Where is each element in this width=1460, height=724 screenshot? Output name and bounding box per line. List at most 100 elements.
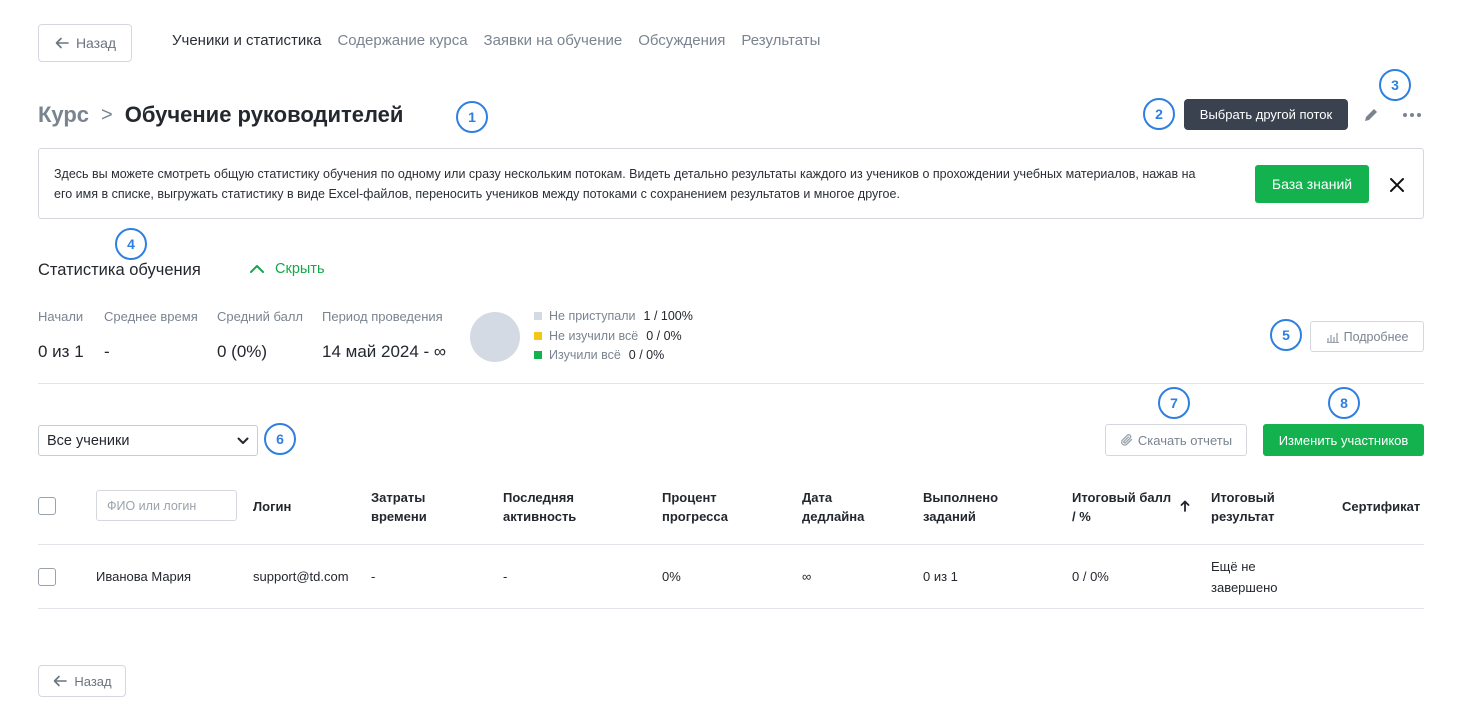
legend-not-completed: Не изучили всё 0 / 0% [534, 329, 682, 343]
stat-value-started: 0 из 1 [38, 342, 84, 361]
column-header-time-line2: времени [371, 509, 427, 524]
progress-pie-chart [470, 312, 520, 362]
row-checkbox[interactable] [38, 568, 56, 586]
breadcrumb-course-link[interactable]: Курс [38, 102, 89, 128]
stats-divider [38, 383, 1424, 384]
column-header-progress-line2: прогресса [662, 509, 728, 524]
column-header-activity-line2: активность [503, 509, 577, 524]
tab-discussions[interactable]: Обсуждения [638, 32, 725, 49]
annotation-marker-4: 4 [115, 228, 147, 260]
tab-results[interactable]: Результаты [741, 32, 820, 49]
table-row-divider [38, 608, 1424, 609]
stat-label-started: Начали [38, 309, 84, 324]
row-score: 0 / 0% [1072, 569, 1109, 584]
pencil-icon[interactable] [1360, 104, 1382, 126]
close-icon[interactable] [1385, 173, 1409, 197]
row-time: - [371, 569, 376, 584]
row-login: support@td.com [253, 569, 349, 584]
bar-chart-icon [1326, 332, 1339, 343]
column-header-certificate[interactable]: Сертификат [1342, 497, 1420, 516]
tab-students-stats[interactable]: Ученики и статистика [172, 32, 321, 49]
row-activity: - [503, 569, 508, 584]
column-header-deadline-line1: Дата [802, 490, 833, 505]
breadcrumb-separator: > [101, 103, 113, 126]
hide-stats-label: Скрыть [275, 261, 325, 277]
change-participants-button[interactable]: Изменить участников [1263, 424, 1424, 456]
column-header-activity[interactable]: Последняя активность [503, 488, 576, 526]
column-header-tasks-line1: Выполнено [923, 490, 999, 505]
bottom-back-button-label: Назад [74, 673, 112, 689]
stats-section-title: Статистика обучения [38, 261, 201, 279]
arrow-left-icon [54, 675, 68, 687]
stat-label-period: Период проведения [322, 309, 443, 324]
stat-value-period: 14 май 2024 - ∞ [322, 342, 447, 361]
column-header-deadline-line2: дедлайна [802, 509, 865, 524]
page-title: Обучение руководителей [124, 102, 404, 127]
stat-value-avg-time: - [104, 342, 110, 361]
column-header-result[interactable]: Итоговый результат [1211, 488, 1275, 526]
tab-applications[interactable]: Заявки на обучение [484, 32, 623, 49]
annotation-marker-5: 5 [1270, 319, 1302, 351]
column-header-time-line1: Затраты [371, 490, 426, 505]
stat-label-avg-time: Среднее время [104, 309, 198, 324]
column-header-tasks[interactable]: Выполнено заданий [923, 488, 998, 526]
row-tasks: 0 из 1 [923, 569, 958, 584]
top-nav: Ученики и статистика Содержание курса За… [172, 32, 820, 49]
legend-not-started: Не приступали 1 / 100% [534, 309, 693, 323]
back-button-label: Назад [75, 35, 117, 51]
legend-completed: Изучили всё 0 / 0% [534, 348, 664, 362]
students-filter-select[interactable]: Все ученики [38, 425, 258, 456]
legend-value-not-completed: 0 / 0% [646, 329, 682, 343]
column-header-tasks-line2: заданий [923, 509, 976, 524]
legend-swatch-completed [534, 351, 542, 359]
column-header-time[interactable]: Затраты времени [371, 488, 427, 526]
column-header-activity-line1: Последняя [503, 490, 574, 505]
more-horizontal-icon[interactable] [1400, 104, 1424, 126]
chevron-down-icon [237, 437, 249, 444]
column-header-progress-line1: Процент [662, 490, 717, 505]
row-result-line1: Ещё не [1211, 559, 1256, 574]
info-banner: Здесь вы можете смотреть общую статистик… [38, 148, 1424, 219]
column-header-login[interactable]: Логин [253, 497, 291, 516]
legend-swatch-not-completed [534, 332, 542, 340]
annotation-marker-2: 2 [1143, 98, 1175, 130]
sort-ascending-icon[interactable] [1179, 499, 1191, 513]
legend-value-not-started: 1 / 100% [643, 309, 693, 323]
back-button[interactable]: Назад [38, 24, 132, 62]
row-result-line2: завершено [1211, 580, 1278, 595]
row-student-name[interactable]: Иванова Мария [96, 566, 191, 587]
legend-swatch-not-started [534, 312, 542, 320]
table-header-divider [38, 544, 1424, 545]
annotation-marker-1: 1 [456, 101, 488, 133]
column-header-progress[interactable]: Процент прогресса [662, 488, 728, 526]
tab-course-content[interactable]: Содержание курса [337, 32, 467, 49]
hide-stats-toggle[interactable]: Скрыть [249, 261, 325, 277]
annotation-marker-3: 3 [1379, 69, 1411, 101]
column-header-score-line2: / % [1072, 509, 1091, 524]
paperclip-icon [1121, 434, 1133, 446]
legend-value-completed: 0 / 0% [628, 348, 665, 362]
column-header-deadline[interactable]: Дата дедлайна [802, 488, 864, 526]
legend-label-not-started: Не приступали [549, 309, 636, 323]
column-header-score[interactable]: Итоговый балл / % [1072, 488, 1171, 526]
details-button[interactable]: Подробнее [1310, 321, 1424, 352]
name-login-search-input[interactable] [96, 490, 237, 521]
download-reports-label: Скачать отчеты [1137, 432, 1233, 448]
chevron-up-icon [250, 265, 264, 273]
legend-label-completed: Изучили всё [549, 348, 621, 362]
info-banner-text: Здесь вы можете смотреть общую статистик… [54, 167, 1196, 201]
select-all-checkbox[interactable] [38, 497, 56, 515]
annotation-marker-8: 8 [1328, 387, 1360, 419]
annotation-marker-7: 7 [1158, 387, 1190, 419]
column-header-score-line1: Итоговый балл [1072, 490, 1172, 505]
row-deadline: ∞ [802, 569, 812, 584]
breadcrumb: Курс > Обучение руководителей [38, 102, 403, 128]
knowledge-base-button[interactable]: База знаний [1255, 165, 1369, 203]
select-stream-button[interactable]: Выбрать другой поток [1184, 99, 1348, 130]
row-result: Ещё не завершено [1211, 556, 1277, 598]
column-header-result-line1: Итоговый [1211, 490, 1275, 505]
download-reports-button[interactable]: Скачать отчеты [1105, 424, 1247, 456]
stat-label-avg-score: Средний балл [217, 309, 304, 324]
students-filter-value: Все ученики [47, 432, 130, 449]
bottom-back-button[interactable]: Назад [38, 665, 126, 697]
